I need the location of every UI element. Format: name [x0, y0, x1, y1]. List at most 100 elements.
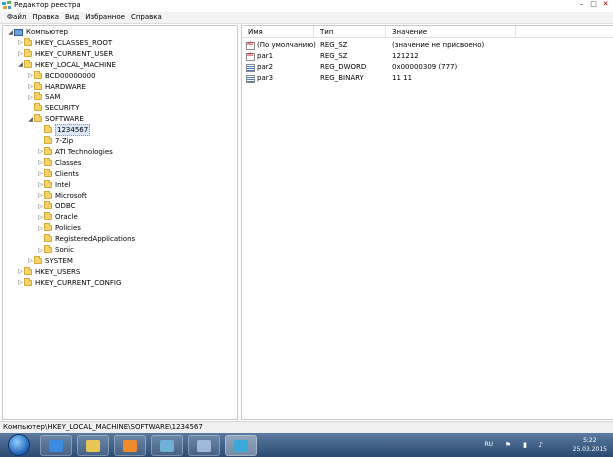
column-name[interactable]: Имя — [242, 26, 314, 38]
network-icon[interactable]: ▮ — [523, 441, 527, 449]
start-button[interactable] — [8, 434, 30, 456]
tree-node[interactable]: ▷ HKEY_CURRENT_CONFIG — [17, 277, 122, 288]
expand-arrow-icon[interactable]: ▷ — [27, 94, 34, 101]
folder-icon — [34, 81, 42, 90]
regedit-app-icon — [2, 1, 12, 10]
expand-arrow-icon[interactable]: ▷ — [37, 203, 44, 210]
volume-icon[interactable]: ♪ — [539, 441, 543, 449]
collapse-arrow-icon[interactable]: ◢ — [17, 61, 24, 68]
minimize-button[interactable]: – — [577, 0, 586, 9]
action-center-icon[interactable]: ⚑ — [505, 441, 511, 449]
value-row[interactable]: par1 REG_SZ 121212 — [242, 51, 613, 62]
tree-node-label: Microsoft — [55, 191, 87, 200]
tree-node[interactable]: ◢ Компьютер — [7, 27, 68, 37]
tree-node[interactable]: ▷ Clients — [37, 168, 79, 179]
expand-arrow-icon[interactable]: ▷ — [17, 39, 24, 46]
expand-arrow-icon[interactable]: ▷ — [37, 148, 44, 155]
tree-node[interactable]: ▷ HKEY_CURRENT_USER — [17, 48, 113, 59]
expand-arrow-icon[interactable]: ▷ — [37, 225, 44, 232]
folder-icon — [34, 114, 42, 123]
taskbar-button[interactable] — [225, 435, 257, 456]
tree-node[interactable]: ▷ BCD00000000 — [27, 70, 96, 81]
menu-help[interactable]: Справка — [128, 12, 165, 23]
value-value: 0x00000309 (777) — [392, 63, 458, 71]
tree-node[interactable]: ▷ Intel — [37, 179, 71, 190]
value-name: (По умолчанию) — [257, 41, 316, 49]
expand-arrow-icon[interactable]: ▷ — [37, 170, 44, 177]
tree-node[interactable]: SECURITY — [27, 103, 79, 113]
folder-icon — [44, 190, 52, 199]
folder-icon — [44, 179, 52, 188]
tree-node[interactable]: ▷ Microsoft — [37, 190, 87, 201]
taskbar-button[interactable] — [151, 435, 183, 456]
tree-node[interactable]: ▷ SYSTEM — [27, 255, 73, 266]
tree-node[interactable]: ▷ SAM — [27, 92, 60, 102]
menu-favorites[interactable]: Избранное — [82, 12, 128, 23]
value-type: REG_SZ — [320, 52, 348, 60]
expand-arrow-icon[interactable]: ▷ — [27, 72, 34, 79]
app-icon — [160, 439, 174, 452]
clock[interactable]: 5:22 25.03.2015 — [573, 436, 607, 454]
tree-node[interactable]: ▷ HARDWARE — [27, 81, 86, 92]
folder-icon — [44, 168, 52, 177]
tree-node[interactable]: RegisteredApplications — [37, 234, 135, 244]
tree-node-label: ATI Technologies — [55, 147, 113, 156]
tree-node[interactable]: ▷ ATI Technologies — [37, 146, 113, 157]
value-value: 121212 — [392, 52, 419, 60]
values-list[interactable]: Имя Тип Значение (По умолчанию) REG_SZ (зн… — [241, 25, 613, 420]
expand-arrow-icon[interactable]: ▷ — [17, 279, 24, 286]
taskbar-button[interactable] — [114, 435, 146, 456]
folder-icon — [44, 234, 52, 243]
folder-icon — [44, 146, 52, 155]
tree-node-label: HKEY_CURRENT_CONFIG — [35, 278, 122, 287]
window-icon — [197, 439, 211, 452]
menu-edit[interactable]: Правка — [29, 12, 62, 23]
menu-bar: Файл Правка Вид Избранное Справка — [0, 12, 613, 24]
tree-node[interactable]: 1234567 — [37, 124, 91, 137]
tree-node[interactable]: ▷ HKEY_USERS — [17, 266, 80, 277]
menu-view[interactable]: Вид — [62, 12, 82, 23]
expand-arrow-icon[interactable]: ▷ — [37, 214, 44, 221]
collapse-arrow-icon[interactable]: ◢ — [7, 29, 14, 36]
collapse-arrow-icon[interactable]: ◢ — [27, 116, 34, 123]
computer-icon — [14, 28, 23, 36]
expand-arrow-icon[interactable]: ▷ — [37, 192, 44, 199]
menu-file[interactable]: Файл — [4, 12, 29, 23]
expand-arrow-icon[interactable]: ▷ — [37, 181, 44, 188]
value-row[interactable]: par2 REG_DWORD 0x00000309 (777) — [242, 62, 613, 73]
taskbar-button[interactable] — [188, 435, 220, 456]
expand-arrow-icon[interactable]: ▷ — [17, 268, 24, 275]
tree-node-label: SYSTEM — [45, 256, 73, 265]
folder-icon — [24, 277, 32, 286]
folder-icon — [24, 48, 32, 57]
registry-tree[interactable]: ◢ Компьютер ▷ HKEY_CLASSES_ROOT ▷ HKEY_CURREN… — [2, 25, 238, 420]
expand-arrow-icon[interactable]: ▷ — [37, 247, 44, 254]
tree-node[interactable]: ▷ Sonic — [37, 245, 74, 255]
tree-node[interactable]: ▷ Classes — [37, 157, 81, 168]
maximize-button[interactable]: □ — [589, 0, 598, 9]
taskbar-button[interactable] — [40, 435, 72, 456]
expand-arrow-icon[interactable]: ▷ — [27, 257, 34, 264]
tree-node-label: HARDWARE — [45, 82, 86, 91]
expand-arrow-icon[interactable]: ▷ — [37, 159, 44, 166]
tree-node-label: Oracle — [55, 213, 78, 222]
expand-arrow-icon[interactable]: ▷ — [17, 50, 24, 57]
column-type[interactable]: Тип — [314, 26, 386, 38]
tree-node[interactable]: ◢ HKEY_LOCAL_MACHINE — [17, 59, 116, 70]
value-row[interactable]: par3 REG_BINARY 11 11 — [242, 73, 613, 84]
tree-node[interactable]: ▷ Policies — [37, 223, 81, 233]
tree-node[interactable]: ◢ SOFTWARE — [27, 114, 84, 124]
tree-node[interactable]: ▷ ODBC — [37, 201, 75, 211]
folder-icon — [44, 201, 52, 210]
tree-node[interactable]: ▷ Oracle — [37, 212, 78, 222]
ie-icon — [49, 439, 63, 452]
binary-value-icon — [246, 75, 255, 83]
value-row[interactable]: (По умолчанию) REG_SZ (значение не присвое… — [242, 40, 613, 51]
close-button[interactable]: ✕ — [601, 0, 610, 9]
expand-arrow-icon[interactable]: ▷ — [27, 83, 34, 90]
tree-node[interactable]: 7-Zip — [37, 136, 73, 146]
language-indicator[interactable]: RU — [484, 441, 493, 448]
tree-node[interactable]: ▷ HKEY_CLASSES_ROOT — [17, 37, 112, 48]
taskbar-button[interactable] — [77, 435, 109, 456]
column-value[interactable]: Значение — [386, 26, 516, 38]
